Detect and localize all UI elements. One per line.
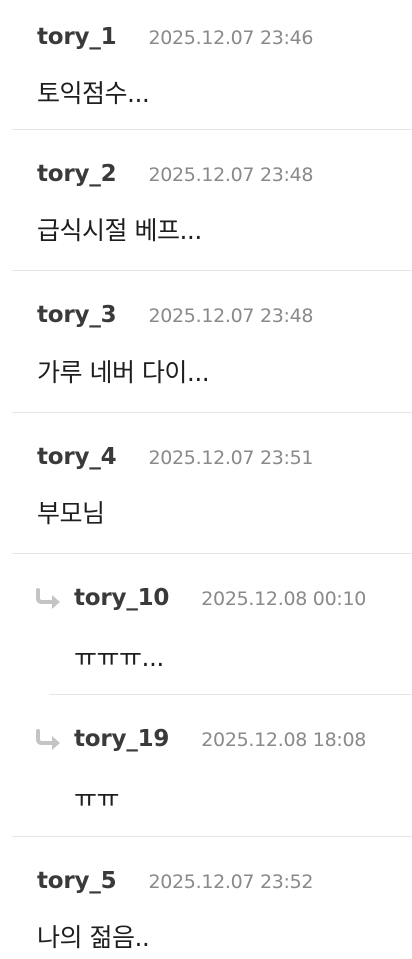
comment-author[interactable]: tory_19 [74,726,169,752]
comment-divider [12,412,412,413]
comment-timestamp: 2025.12.07 23:48 [148,305,314,327]
comment-text[interactable]: ㅠㅠㅠ... [74,638,164,674]
comment-divider [12,553,412,554]
comment-text[interactable]: 토익점수... [37,74,150,110]
comment-header: tory_5 2025.12.07 23:52 [37,868,314,894]
comment-header: tory_3 2025.12.07 23:48 [37,302,314,328]
comment-author[interactable]: tory_2 [37,161,117,187]
comment-header: tory_2 2025.12.07 23:48 [37,161,314,187]
comment-text[interactable]: 부모님 [37,494,105,530]
comment-header: tory_10 2025.12.08 00:10 [74,585,366,611]
comment-header: tory_4 2025.12.07 23:51 [37,444,314,470]
comment-divider [49,694,412,695]
comment-timestamp: 2025.12.08 18:08 [201,729,367,751]
comment-author[interactable]: tory_10 [74,585,169,611]
comment-list: tory_1 2025.12.07 23:46 토익점수... tory_2 2… [0,0,412,959]
comment-text[interactable]: 급식시절 베프... [37,211,202,247]
comment-timestamp: 2025.12.07 23:52 [148,871,314,893]
comment-timestamp: 2025.12.07 23:48 [148,164,314,186]
comment-divider [12,270,412,271]
comment-timestamp: 2025.12.07 23:46 [148,27,314,49]
reply-arrow-icon [36,729,60,750]
comment-author[interactable]: tory_5 [37,868,117,894]
comment-divider [12,129,412,130]
comment-text[interactable]: 가루 네버 다이... [37,353,210,389]
comment-header: tory_1 2025.12.07 23:46 [37,24,314,50]
comment-timestamp: 2025.12.08 00:10 [201,588,367,610]
comment-author[interactable]: tory_1 [37,24,117,50]
comment-author[interactable]: tory_3 [37,302,117,328]
comment-divider [12,836,412,837]
comment-text[interactable]: ㅠㅠ [74,779,120,815]
reply-arrow-icon [36,588,60,609]
comment-text[interactable]: 나의 젊음.. [37,918,150,954]
comment-author[interactable]: tory_4 [37,444,117,470]
comment-header: tory_19 2025.12.08 18:08 [74,726,366,752]
comment-timestamp: 2025.12.07 23:51 [148,447,314,469]
